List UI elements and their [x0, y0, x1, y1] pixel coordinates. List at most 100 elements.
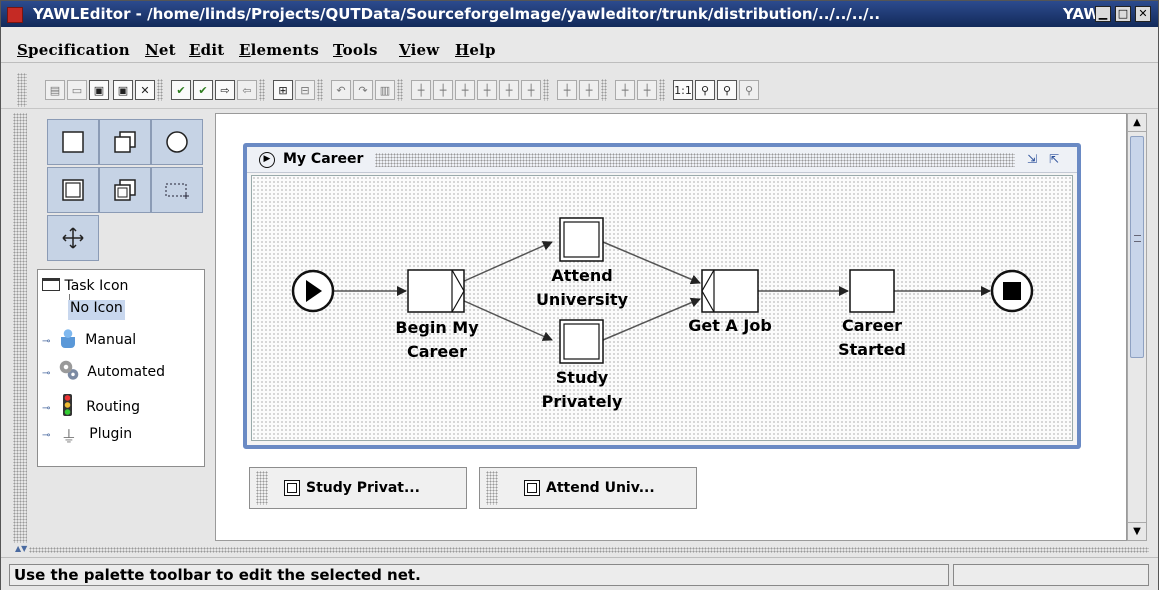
redo-icon[interactable]: ↷	[353, 80, 373, 100]
add-net-icon[interactable]: ⊞	[273, 80, 293, 100]
multi-atomic-task-tool[interactable]	[99, 119, 151, 165]
export-icon[interactable]: ⇨	[215, 80, 235, 100]
play-circle-icon: ▶	[259, 152, 275, 168]
input-condition[interactable]	[291, 269, 335, 313]
composite-task-icon	[284, 480, 300, 496]
open-spec-icon[interactable]: ▭	[67, 80, 87, 100]
minimized-grip	[486, 471, 498, 505]
task-begin-my-career[interactable]	[407, 269, 465, 313]
minimized-net-study[interactable]: Study Privat...	[249, 467, 467, 509]
title-bar: YAWLEditor - /home/linds/Projects/QUTDat…	[1, 1, 1158, 27]
task-label-begin-line1: Begin My	[395, 318, 479, 337]
align-center-icon[interactable]: ┼	[433, 80, 453, 100]
tree-item-label: Plugin	[89, 426, 133, 442]
analyse-icon[interactable]: ✔	[193, 80, 213, 100]
split-divider[interactable]	[29, 547, 1149, 553]
maximize-button[interactable]: □	[1115, 6, 1131, 22]
tree-item-manual[interactable]: ⊸ Manual	[42, 328, 136, 348]
save-as-icon[interactable]: ▣	[113, 80, 133, 100]
tree-item-automated[interactable]: ⊸ Automated	[42, 360, 165, 380]
composite-task-tool[interactable]	[47, 167, 99, 213]
task-label-started-line2: Started	[838, 340, 906, 359]
atomic-task-tool[interactable]	[47, 119, 99, 165]
zoom-out-icon[interactable]: ⚲	[695, 80, 715, 100]
tree-item-label: Automated	[87, 364, 166, 380]
task-label-attend-line1: Attend	[551, 266, 613, 285]
minimized-net-attend[interactable]: Attend Univ...	[479, 467, 697, 509]
align-left-icon[interactable]: ┼	[477, 80, 497, 100]
scrollbar-thumb[interactable]	[1130, 136, 1144, 358]
zoom-actual-icon[interactable]: 1:1	[673, 80, 693, 100]
decrease-size-icon[interactable]: ┼	[579, 80, 599, 100]
divider-arrows-icon[interactable]: ▲▼	[15, 544, 27, 553]
zoom-in-icon[interactable]: ⚲	[717, 80, 737, 100]
menu-edit[interactable]: Edit	[189, 41, 224, 59]
save-icon[interactable]: ▣	[89, 80, 109, 100]
iconify-icon[interactable]: ⇲	[1027, 152, 1037, 166]
tree-item-plugin[interactable]: ⊸ ⏚ Plugin	[42, 426, 132, 446]
remove-net-icon[interactable]: ⊟	[295, 80, 315, 100]
folder-icon	[42, 278, 60, 291]
increase-size-icon[interactable]: ┼	[557, 80, 577, 100]
menu-help[interactable]: Help	[455, 41, 496, 59]
import-icon[interactable]: ⇦	[237, 80, 257, 100]
vertical-scrollbar[interactable]: ▲ ▼	[1127, 113, 1147, 541]
menu-elements[interactable]: Elements	[239, 41, 319, 59]
toolbar-separator	[543, 79, 549, 101]
task-label-attend-line2: University	[535, 290, 629, 309]
multi-composite-task-tool[interactable]	[99, 167, 151, 213]
align-top-icon[interactable]: ┼	[411, 80, 431, 100]
minimize-button[interactable]: ▁	[1095, 6, 1111, 22]
expand-handle-icon: ⊸	[42, 430, 51, 441]
tree-item-routing[interactable]: ⊸ Routing	[42, 394, 140, 416]
status-message: Use the palette toolbar to edit the sele…	[9, 564, 949, 586]
delete-icon[interactable]: ▥	[375, 80, 395, 100]
net-graph	[291, 217, 1034, 364]
close-button[interactable]: ✕	[1135, 6, 1151, 22]
task-label-begin: Begin My Career	[382, 316, 492, 364]
minimized-net-label: Attend Univ...	[546, 480, 655, 496]
cancellation-remove-icon[interactable]: ┼	[637, 80, 657, 100]
task-career-started[interactable]	[849, 269, 895, 313]
main-toolbar: ▤ ▭ ▣ ▣ ✕ ✔ ✔ ⇨ ⇦ ⊞ ⊟ ↶ ↷ ▥ ┼ ┼ ┼ ┼ ┼ ┼ ┼ ┼ ┼ ┼ 1:1 ⚲ ⚲ ⚲	[1, 63, 1158, 109]
toolbar-grip[interactable]	[17, 73, 27, 107]
output-condition[interactable]	[990, 269, 1034, 313]
task-study-privately[interactable]	[559, 319, 604, 364]
validate-icon[interactable]: ✔	[171, 80, 191, 100]
menu-tools[interactable]: Tools	[333, 41, 378, 59]
net-frame[interactable]: ▶ My Career ⇲ ⇱ Begin My Career Attend U…	[243, 143, 1081, 449]
navigate-tool[interactable]	[47, 215, 99, 261]
task-get-a-job[interactable]	[701, 269, 759, 313]
condition-tool[interactable]	[151, 119, 203, 165]
menu-net[interactable]: Net	[145, 41, 176, 59]
task-label-study-line2: Privately	[541, 392, 623, 411]
plugin-icon: ⏚	[60, 427, 77, 446]
tree-root[interactable]: Task Icon	[42, 278, 128, 298]
new-spec-icon[interactable]: ▤	[45, 80, 65, 100]
align-right-icon[interactable]: ┼	[521, 80, 541, 100]
align-middle-icon[interactable]: ┼	[499, 80, 519, 100]
task-label-started-line1: Career	[841, 316, 903, 335]
net-canvas[interactable]: Begin My Career Attend University Study …	[251, 175, 1073, 441]
close-spec-icon[interactable]: ✕	[135, 80, 155, 100]
menu-view[interactable]: View	[399, 41, 439, 59]
left-panel-grip[interactable]	[13, 113, 27, 543]
toolbar-separator	[157, 79, 163, 101]
task-attend-university[interactable]	[559, 217, 604, 262]
tree-root-label: Task Icon	[64, 278, 129, 294]
traffic-light-icon	[62, 394, 72, 416]
align-bottom-icon[interactable]: ┼	[455, 80, 475, 100]
expand-handle-icon: ⊸	[42, 336, 51, 347]
net-frame-header[interactable]: ▶ My Career ⇲ ⇱	[247, 147, 1077, 173]
tree-item-no-icon[interactable]: No Icon	[68, 300, 125, 320]
undo-icon[interactable]: ↶	[331, 80, 351, 100]
scroll-down-arrow-icon[interactable]: ▼	[1128, 522, 1146, 540]
minimized-grip	[256, 471, 268, 505]
zoom-selection-icon[interactable]: ⚲	[739, 80, 759, 100]
maximize-frame-icon[interactable]: ⇱	[1049, 152, 1059, 166]
marquee-tool[interactable]	[151, 167, 203, 213]
scroll-up-arrow-icon[interactable]: ▲	[1128, 114, 1146, 132]
menu-specification[interactable]: Specification	[17, 41, 130, 59]
gears-icon	[58, 360, 79, 380]
cancellation-add-icon[interactable]: ┼	[615, 80, 635, 100]
